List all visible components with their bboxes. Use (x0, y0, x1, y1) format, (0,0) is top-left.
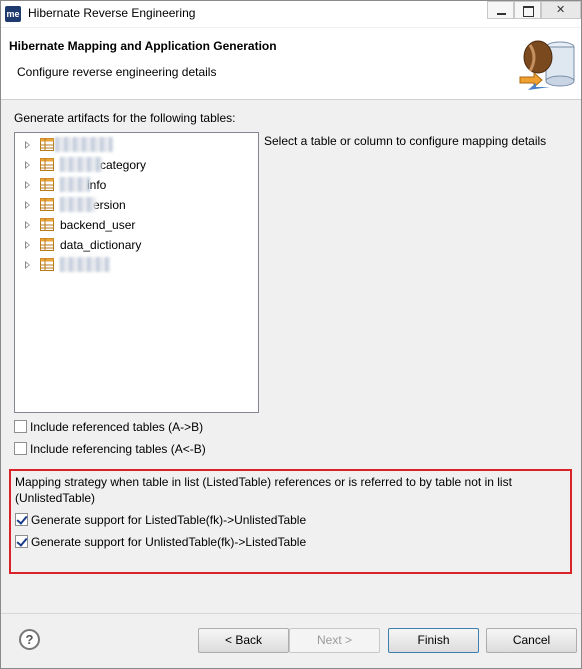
tree-item-label: ersion (93, 198, 126, 212)
expand-arrow-icon[interactable] (25, 241, 30, 249)
redacted-table-name (55, 137, 113, 152)
table-icon (40, 158, 54, 171)
expand-arrow-icon[interactable] (25, 141, 30, 149)
detail-hint: Select a table or column to configure ma… (264, 134, 547, 148)
app-icon: me (5, 6, 21, 22)
page-subtitle: Configure reverse engineering details (17, 65, 217, 79)
include-referenced-option[interactable]: Include referenced tables (A->B) (14, 418, 314, 436)
include-referenced-checkbox[interactable] (14, 420, 27, 433)
tree-item[interactable] (15, 135, 258, 155)
unlisted-to-listed-option[interactable]: Generate support for UnlistedTable(fk)->… (15, 533, 415, 551)
tree-item[interactable]: backend_user (15, 215, 258, 235)
expand-arrow-icon[interactable] (25, 181, 30, 189)
dialog-window: me Hibernate Reverse Engineering Hiberna… (0, 0, 582, 669)
expand-arrow-icon[interactable] (25, 261, 30, 269)
mapping-strategy-group: Mapping strategy when table in list (Lis… (9, 469, 572, 574)
include-referencing-checkbox[interactable] (14, 442, 27, 455)
footer-divider (1, 613, 581, 614)
window-title: Hibernate Reverse Engineering (28, 6, 196, 20)
maximize-button[interactable] (514, 1, 541, 19)
include-referencing-label: Include referencing tables (A<-B) (30, 442, 206, 456)
help-icon[interactable]: ? (19, 629, 40, 650)
expand-arrow-icon[interactable] (25, 161, 30, 169)
next-button[interactable]: Next > (289, 628, 380, 653)
close-button[interactable] (541, 1, 581, 19)
tree-item-label: category (100, 158, 147, 172)
include-referencing-option[interactable]: Include referencing tables (A<-B) (14, 440, 314, 458)
unlisted-to-listed-checkbox[interactable] (15, 535, 28, 548)
title-bar: me Hibernate Reverse Engineering (1, 1, 581, 27)
listed-to-unlisted-checkbox[interactable] (15, 513, 28, 526)
expand-arrow-icon[interactable] (25, 221, 30, 229)
table-icon (40, 258, 54, 271)
wizard-banner: Hibernate Mapping and Application Genera… (1, 28, 581, 100)
redacted-table-name (60, 177, 90, 192)
redacted-table-name (60, 157, 102, 172)
tables-section-label: Generate artifacts for the following tab… (14, 111, 236, 125)
expand-arrow-icon[interactable] (25, 201, 30, 209)
tree-item-label: data_dictionary (60, 238, 142, 252)
redacted-table-name (60, 197, 96, 212)
table-icon (40, 218, 54, 231)
tree-item[interactable]: data_dictionary (15, 235, 258, 255)
listed-to-unlisted-option[interactable]: Generate support for ListedTable(fk)->Un… (15, 511, 415, 529)
table-icon (40, 178, 54, 191)
cancel-button[interactable]: Cancel (486, 628, 577, 653)
minimize-button[interactable] (487, 1, 514, 19)
tree-item[interactable]: category (15, 155, 258, 175)
page-title: Hibernate Mapping and Application Genera… (9, 39, 277, 53)
finish-button[interactable]: Finish (388, 628, 479, 653)
tree-item-label: backend_user (60, 218, 136, 232)
mapping-strategy-description: Mapping strategy when table in list (Lis… (15, 475, 512, 505)
include-referenced-label: Include referenced tables (A->B) (30, 420, 204, 434)
table-icon (40, 138, 54, 151)
tree-item[interactable]: ersion (15, 195, 258, 215)
tables-tree[interactable]: category info ersion backend_user data_d… (14, 132, 259, 413)
unlisted-to-listed-label: Generate support for UnlistedTable(fk)->… (31, 535, 307, 549)
listed-to-unlisted-label: Generate support for ListedTable(fk)->Un… (31, 513, 307, 527)
table-icon (40, 238, 54, 251)
database-coffee-bean-icon (519, 40, 575, 90)
tree-item[interactable]: info (15, 175, 258, 195)
table-icon (40, 198, 54, 211)
tree-item[interactable] (15, 255, 258, 275)
redacted-table-name (60, 257, 110, 272)
back-button[interactable]: < Back (198, 628, 289, 653)
